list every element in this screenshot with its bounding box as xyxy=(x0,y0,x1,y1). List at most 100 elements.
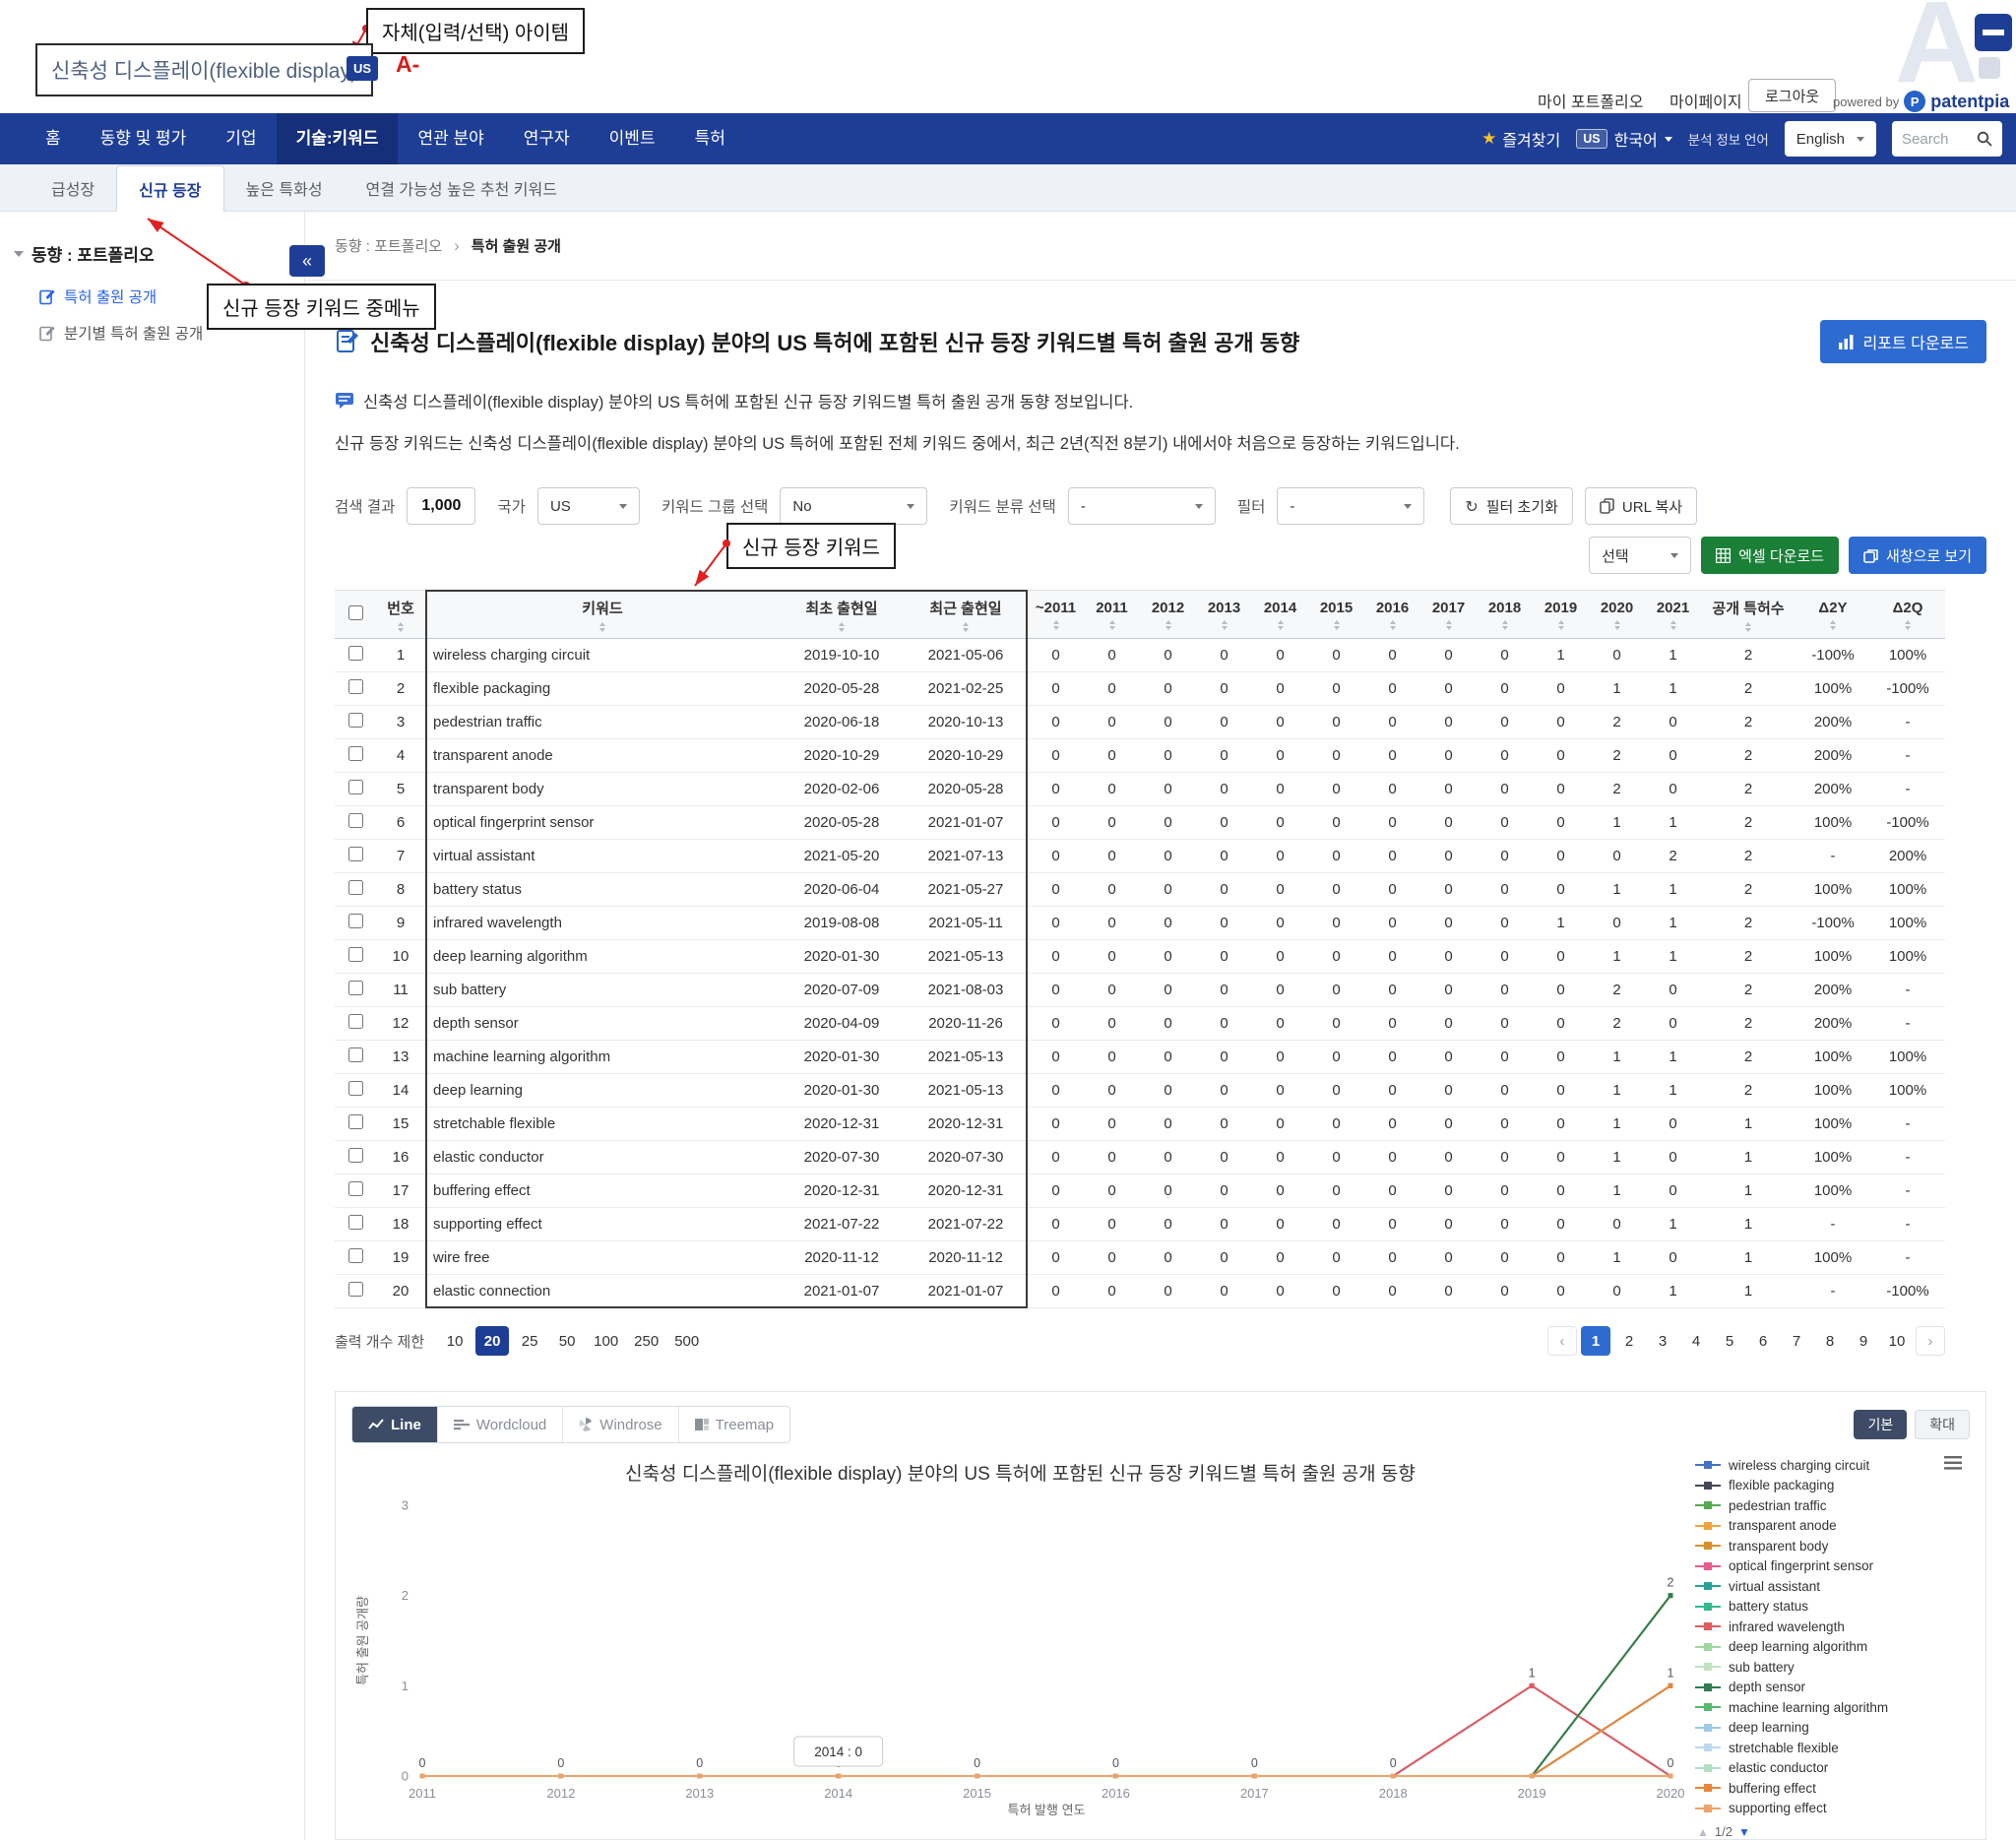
country-dropdown[interactable]: US xyxy=(537,487,640,525)
nav-item[interactable]: 동향 및 평가 xyxy=(81,113,207,164)
keyword-class-dropdown[interactable]: - xyxy=(1068,487,1216,525)
page-number[interactable]: 6 xyxy=(1748,1326,1778,1356)
row-checkbox[interactable] xyxy=(348,1248,363,1263)
limit-option[interactable]: 25 xyxy=(513,1326,546,1356)
next-page-button[interactable]: › xyxy=(1916,1326,1945,1356)
row-checkbox[interactable] xyxy=(348,1014,363,1029)
page-number[interactable]: 1 xyxy=(1581,1326,1610,1356)
legend-item[interactable]: supporting effect xyxy=(1695,1799,1970,1819)
legend-item[interactable]: elastic conductor xyxy=(1695,1758,1970,1779)
column-header[interactable]: 공개 특허수 xyxy=(1701,591,1796,639)
limit-option[interactable]: 10 xyxy=(438,1326,472,1356)
limit-option[interactable]: 250 xyxy=(628,1326,664,1356)
site-language-dropdown[interactable]: US 한국어 xyxy=(1576,127,1672,151)
chart-tab-wordcloud[interactable]: Wordcloud xyxy=(438,1407,563,1442)
keyword-group-dropdown[interactable]: No xyxy=(780,487,927,525)
column-header[interactable]: 2017 xyxy=(1420,591,1477,639)
row-checkbox[interactable] xyxy=(348,679,363,694)
limit-option[interactable]: 500 xyxy=(668,1326,705,1356)
expand-triangle-icon[interactable] xyxy=(14,251,24,262)
legend-item[interactable]: battery status xyxy=(1695,1597,1970,1618)
chart-tab-treemap[interactable]: Treemap xyxy=(679,1407,789,1442)
legend-page-up-icon[interactable]: ▲ xyxy=(1697,1825,1709,1839)
column-header[interactable]: 2018 xyxy=(1477,591,1533,639)
page-number[interactable]: 5 xyxy=(1715,1326,1744,1356)
legend-page-down-icon[interactable]: ▼ xyxy=(1738,1825,1750,1839)
search-input[interactable]: Search xyxy=(1892,121,2002,157)
legend-item[interactable]: buffering effect xyxy=(1695,1778,1970,1799)
column-header[interactable]: 2013 xyxy=(1196,591,1252,639)
row-checkbox[interactable] xyxy=(348,1114,363,1129)
limit-option[interactable]: 100 xyxy=(588,1326,624,1356)
favorites-button[interactable]: ★ 즐겨찾기 xyxy=(1481,127,1560,151)
chart-enlarge-button[interactable]: 확대 xyxy=(1915,1410,1970,1439)
nav-item[interactable]: 특허 xyxy=(675,113,745,164)
analysis-language-dropdown[interactable]: English xyxy=(1785,121,1876,157)
row-checkbox[interactable] xyxy=(348,813,363,828)
legend-item[interactable]: flexible packaging xyxy=(1695,1476,1970,1496)
copy-url-button[interactable]: URL 복사 xyxy=(1585,487,1697,525)
column-header[interactable]: 2019 xyxy=(1533,591,1589,639)
row-checkbox[interactable] xyxy=(348,1181,363,1196)
column-header[interactable]: 2011 xyxy=(1084,591,1140,639)
breadcrumb-root[interactable]: 동향 : 포트폴리오 xyxy=(335,235,442,256)
legend-menu-icon[interactable] xyxy=(1944,1456,1962,1470)
nav-item[interactable]: 연관 분야 xyxy=(398,113,503,164)
column-header[interactable]: 키워드 xyxy=(425,591,780,639)
legend-item[interactable]: virtual assistant xyxy=(1695,1576,1970,1597)
subnav-tab[interactable]: 신규 등장 xyxy=(116,165,223,212)
open-new-window-button[interactable]: 새창으로 보기 xyxy=(1849,537,1986,574)
column-header[interactable]: Δ2Y xyxy=(1796,591,1870,639)
subnav-tab[interactable]: 연결 가능성 높은 추천 키워드 xyxy=(345,164,579,211)
page-number[interactable]: 4 xyxy=(1681,1326,1711,1356)
excel-download-button[interactable]: 엑셀 다운로드 xyxy=(1701,537,1839,574)
row-checkbox[interactable] xyxy=(348,646,363,661)
legend-item[interactable]: transparent body xyxy=(1695,1536,1970,1556)
column-header[interactable]: 2012 xyxy=(1140,591,1196,639)
row-checkbox[interactable] xyxy=(348,914,363,928)
column-header[interactable]: 최초 출현일 xyxy=(780,591,904,639)
column-header[interactable]: 2021 xyxy=(1645,591,1701,639)
collapse-sidebar-button[interactable]: « xyxy=(289,245,325,277)
limit-option[interactable]: 20 xyxy=(475,1326,509,1356)
legend-item[interactable]: optical fingerprint sensor xyxy=(1695,1556,1970,1577)
legend-item[interactable]: machine learning algorithm xyxy=(1695,1697,1970,1718)
subnav-tab[interactable]: 높은 특화성 xyxy=(224,164,345,211)
column-header[interactable]: 2020 xyxy=(1589,591,1645,639)
column-header[interactable]: 2015 xyxy=(1308,591,1364,639)
column-header[interactable]: ~2011 xyxy=(1028,591,1084,639)
column-header[interactable]: 2014 xyxy=(1252,591,1308,639)
legend-item[interactable]: sub battery xyxy=(1695,1657,1970,1678)
legend-item[interactable]: stretchable flexible xyxy=(1695,1738,1970,1758)
column-header[interactable]: 번호 xyxy=(376,591,425,639)
nav-item[interactable]: 기업 xyxy=(206,113,276,164)
filter-dropdown[interactable]: - xyxy=(1277,487,1424,525)
row-checkbox[interactable] xyxy=(348,1148,363,1163)
legend-item[interactable]: deep learning xyxy=(1695,1718,1970,1739)
filter-reset-button[interactable]: ↻ 필터 초기화 xyxy=(1450,487,1573,525)
column-header[interactable]: 최근 출현일 xyxy=(904,591,1028,639)
select-dropdown[interactable]: 선택 xyxy=(1589,537,1691,574)
legend-item[interactable]: wireless charging circuit xyxy=(1695,1455,1970,1476)
page-number[interactable]: 2 xyxy=(1614,1326,1644,1356)
chart-tab-windrose[interactable]: Windrose xyxy=(563,1407,678,1442)
row-checkbox[interactable] xyxy=(348,880,363,895)
logout-button[interactable]: 로그아웃 xyxy=(1748,79,1836,112)
row-checkbox[interactable] xyxy=(348,1081,363,1096)
column-header[interactable]: 2016 xyxy=(1364,591,1420,639)
page-number[interactable]: 9 xyxy=(1849,1326,1878,1356)
page-number[interactable]: 10 xyxy=(1882,1326,1912,1356)
row-checkbox[interactable] xyxy=(348,780,363,794)
limit-option[interactable]: 50 xyxy=(550,1326,584,1356)
select-all-checkbox[interactable] xyxy=(348,605,363,620)
column-header[interactable]: Δ2Q xyxy=(1870,591,1945,639)
legend-item[interactable]: transparent anode xyxy=(1695,1516,1970,1537)
legend-item[interactable]: depth sensor xyxy=(1695,1678,1970,1698)
row-checkbox[interactable] xyxy=(348,981,363,995)
page-number[interactable]: 7 xyxy=(1782,1326,1811,1356)
row-checkbox[interactable] xyxy=(348,746,363,761)
page-number[interactable]: 8 xyxy=(1815,1326,1845,1356)
legend-item[interactable]: pedestrian traffic xyxy=(1695,1495,1970,1516)
legend-item[interactable]: infrared wavelength xyxy=(1695,1617,1970,1637)
prev-page-button[interactable]: ‹ xyxy=(1547,1326,1577,1356)
